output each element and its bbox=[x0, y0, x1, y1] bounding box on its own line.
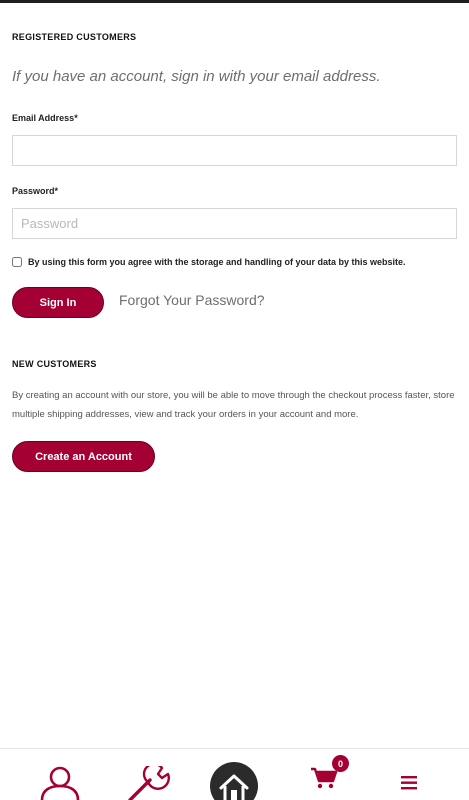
email-label: Email Address* bbox=[12, 113, 78, 123]
password-field[interactable] bbox=[12, 208, 457, 239]
new-customers-description: By creating an account with our store, y… bbox=[12, 390, 455, 420]
new-customers-title: NEW CUSTOMERS bbox=[12, 359, 97, 369]
consent-text: By using this form you agree with the st… bbox=[28, 257, 406, 267]
email-field[interactable] bbox=[12, 135, 457, 166]
registered-customers-title: REGISTERED CUSTOMERS bbox=[12, 32, 137, 42]
consent-row: By using this form you agree with the st… bbox=[12, 257, 406, 267]
menu-icon[interactable] bbox=[401, 776, 417, 790]
home-icon[interactable] bbox=[209, 761, 259, 800]
create-account-button[interactable]: Create an Account bbox=[12, 441, 155, 472]
password-label: Password* bbox=[12, 186, 59, 196]
user-icon[interactable] bbox=[38, 764, 82, 800]
consent-checkbox[interactable] bbox=[12, 257, 22, 267]
signin-intro-text: If you have an account, sign in with you… bbox=[12, 68, 381, 85]
wrench-icon[interactable] bbox=[124, 766, 170, 800]
sign-in-button[interactable]: Sign In bbox=[12, 287, 104, 318]
cart-count-badge: 0 bbox=[332, 755, 349, 772]
top-bar bbox=[0, 0, 469, 3]
forgot-password-link[interactable]: Forgot Your Password? bbox=[119, 292, 265, 308]
